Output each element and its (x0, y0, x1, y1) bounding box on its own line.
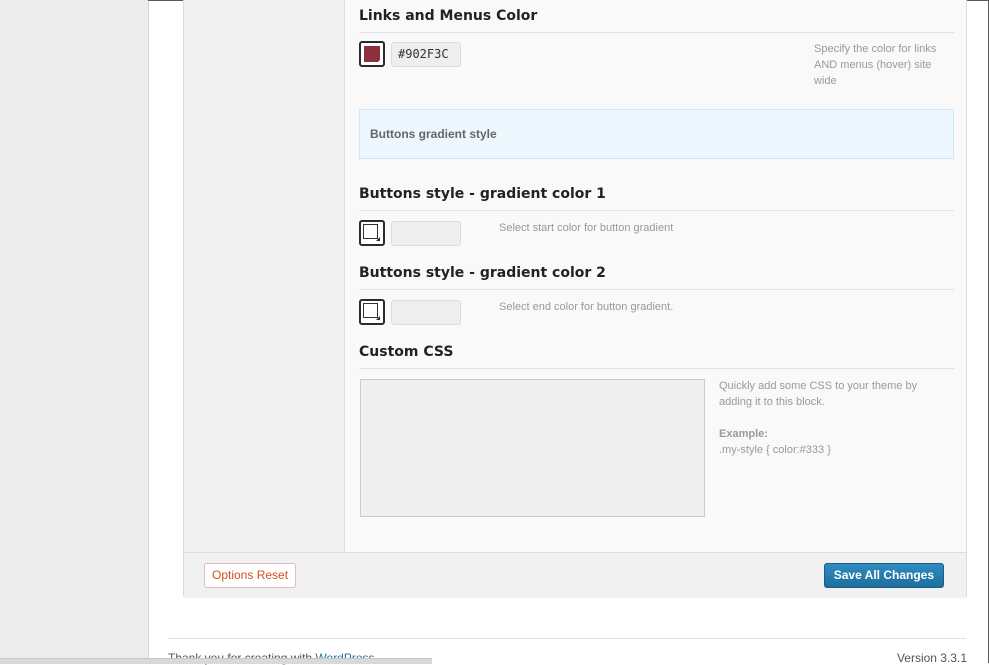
options-panel: Links and Menus Color #902F3C Specify th… (183, 0, 967, 598)
gradient-color-2-hint: Select end color for button gradient. (499, 301, 674, 313)
gradient-color-1-input[interactable] (391, 221, 461, 246)
links-menus-color-section: Links and Menus Color (359, 8, 954, 33)
links-menus-color-input[interactable]: #902F3C (391, 42, 461, 67)
options-reset-button[interactable]: Options Reset (204, 563, 297, 588)
gradient-color-1-heading: Buttons style - gradient color 1 (359, 186, 954, 211)
custom-css-textarea[interactable] (360, 379, 705, 517)
picker-arrow-icon (376, 316, 380, 320)
custom-css-hint: Quickly add some CSS to your theme by ad… (719, 378, 929, 458)
gradient-color-2-section: Buttons style - gradient color 2 (359, 265, 954, 290)
picker-arrow-icon (377, 59, 381, 63)
gradient-color-1-swatch[interactable] (359, 220, 385, 246)
gradient-color-2-heading: Buttons style - gradient color 2 (359, 265, 954, 290)
custom-css-example-code: .my-style { color:#333 } (719, 444, 831, 456)
admin-menu (0, 0, 149, 663)
custom-css-section: Custom CSS (359, 344, 954, 369)
gradient-color-1-hint: Select start color for button gradient (499, 222, 674, 234)
custom-css-hint-text: Quickly add some CSS to your theme by ad… (719, 380, 918, 408)
options-content: Links and Menus Color #902F3C Specify th… (345, 0, 966, 552)
horizontal-scrollbar[interactable] (0, 658, 432, 664)
custom-css-heading: Custom CSS (359, 344, 954, 369)
footer-divider (168, 638, 966, 639)
save-all-changes-button[interactable]: Save All Changes (823, 563, 944, 588)
links-menus-color-hint: Specify the color for links AND menus (h… (814, 43, 937, 87)
buttons-gradient-title: Buttons gradient style (370, 127, 497, 141)
gradient-color-2-swatch[interactable] (359, 299, 385, 325)
gradient-color-1-section: Buttons style - gradient color 1 (359, 186, 954, 211)
custom-css-example-label: Example: (719, 428, 768, 440)
links-menus-color-swatch[interactable] (359, 41, 385, 67)
options-footer-bar: Options Reset Save All Changes (184, 552, 966, 598)
buttons-gradient-info-box: Buttons gradient style (359, 109, 954, 159)
gradient-color-2-input[interactable] (391, 300, 461, 325)
picker-arrow-icon (376, 237, 380, 241)
links-menus-color-heading: Links and Menus Color (359, 8, 954, 33)
options-sidebar (184, 0, 345, 552)
